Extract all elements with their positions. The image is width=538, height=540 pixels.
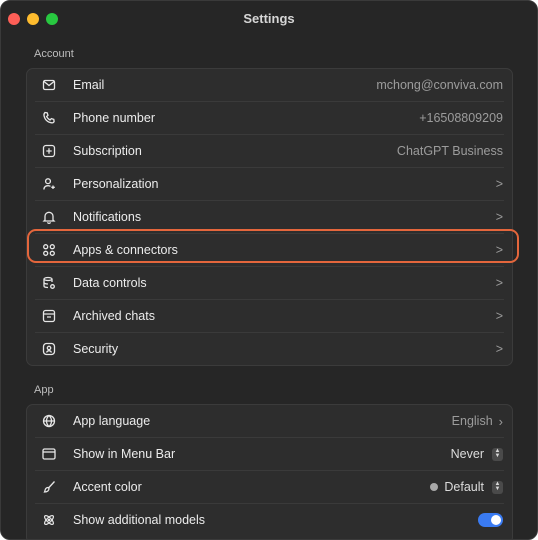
row-value: mchong@conviva.com — [376, 78, 503, 92]
archive-icon — [42, 309, 56, 323]
atom-icon — [42, 513, 56, 527]
globe-icon — [42, 414, 56, 428]
row-label: Phone number — [73, 111, 156, 125]
row-label: Subscription — [73, 144, 142, 158]
mail-icon — [42, 78, 56, 92]
row-email[interactable]: Email mchong@conviva.com — [35, 69, 504, 102]
zoom-window-button[interactable] — [46, 13, 58, 25]
row-archived-chats[interactable]: Archived chats > — [35, 300, 504, 333]
row-label: Show additional models — [73, 513, 206, 527]
row-label: Apps & connectors — [73, 243, 178, 257]
account-group: Email mchong@conviva.com Phone number +1… — [26, 68, 513, 366]
toggle-switch[interactable] — [478, 513, 503, 527]
accent-color-value: Default — [444, 480, 484, 494]
window-controls — [8, 13, 58, 25]
row-show-in-menu-bar[interactable]: Show in Menu Bar Never ▲ ▼ — [35, 438, 504, 471]
grid-icon — [42, 243, 56, 257]
menu-bar-select[interactable]: Never ▲ ▼ — [451, 447, 503, 461]
row-label: Data controls — [73, 276, 147, 290]
minimize-window-button[interactable] — [27, 13, 39, 25]
row-label: Email — [73, 78, 105, 92]
menu-bar-value: Never — [450, 447, 484, 461]
stepper-icon: ▲ ▼ — [492, 480, 503, 494]
chevron-right-icon: > — [495, 210, 503, 224]
section-label-account: Account — [34, 48, 74, 60]
row-value: +16508809209 — [419, 111, 503, 125]
row-app-language[interactable]: App language English › — [35, 405, 504, 438]
row-show-additional-models[interactable]: Show additional models — [35, 504, 504, 536]
person-sparkle-icon — [42, 177, 56, 191]
app-group: App language English › Show in Menu Bar … — [26, 404, 513, 539]
row-label: App language — [73, 414, 151, 428]
accent-color-select[interactable]: Default ▲ ▼ — [430, 480, 503, 494]
row-apps-connectors[interactable]: Apps & connectors > — [35, 234, 504, 267]
row-label: Archived chats — [73, 309, 155, 323]
settings-window: Settings Account Email mchong@conviva.co… — [0, 0, 538, 540]
shield-icon — [42, 342, 56, 356]
row-accent-color[interactable]: Accent color Default ▲ ▼ — [35, 471, 504, 504]
chevron-right-icon: > — [495, 309, 503, 323]
accent-color-swatch — [430, 483, 439, 491]
row-personalization[interactable]: Personalization > — [35, 168, 504, 201]
row-notifications[interactable]: Notifications > — [35, 201, 504, 234]
phone-icon — [42, 111, 56, 125]
chevron-right-icon: > — [495, 243, 503, 257]
bell-icon — [42, 210, 56, 224]
row-phone-number[interactable]: Phone number +16508809209 — [35, 102, 504, 135]
database-gear-icon — [42, 276, 56, 290]
row-label: Notifications — [73, 210, 142, 224]
row-value: ChatGPT Business — [396, 144, 503, 158]
language-value: English — [451, 414, 493, 428]
row-label: Security — [73, 342, 119, 356]
row-subscription[interactable]: Subscription ChatGPT Business — [35, 135, 504, 168]
additional-models-toggle[interactable] — [478, 513, 503, 527]
row-security[interactable]: Security > — [35, 333, 504, 365]
close-window-button[interactable] — [8, 13, 20, 25]
title-bar: Settings — [1, 1, 537, 35]
window-title: Settings — [243, 10, 295, 26]
chevron-right-icon: > — [495, 342, 503, 356]
section-label-app: App — [34, 384, 54, 396]
plus-square-icon — [42, 144, 56, 158]
row-label: Show in Menu Bar — [73, 447, 176, 461]
window-icon — [42, 447, 56, 461]
row-data-controls[interactable]: Data controls > — [35, 267, 504, 300]
stepper-icon: ▲ ▼ — [492, 447, 503, 461]
chevron-right-icon: > — [495, 177, 503, 191]
brush-icon — [42, 480, 56, 494]
chevron-right-icon: > — [495, 276, 503, 290]
chevron-right-icon: › — [498, 413, 503, 429]
row-label: Personalization — [73, 177, 159, 191]
language-select[interactable]: English › — [452, 414, 503, 429]
row-label: Accent color — [73, 480, 142, 494]
